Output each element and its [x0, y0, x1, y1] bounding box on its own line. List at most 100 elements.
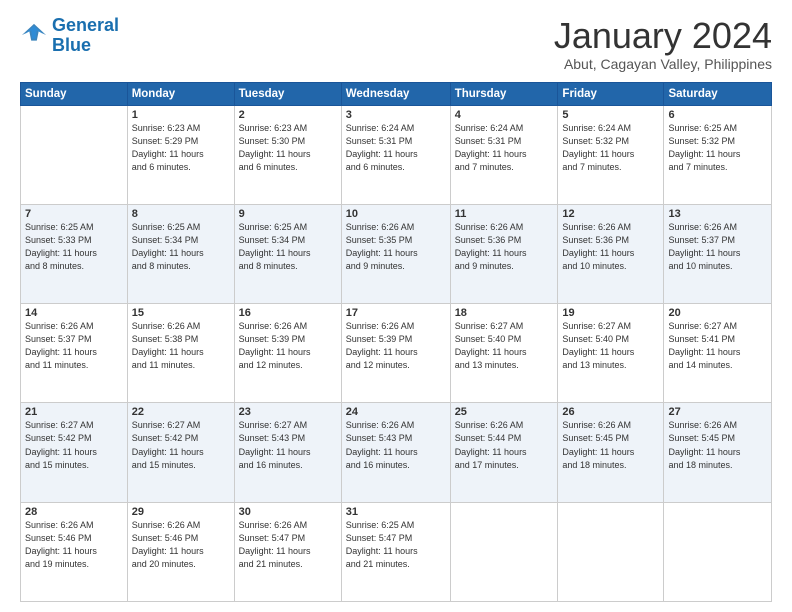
day-number: 28	[25, 506, 123, 518]
table-row: 8Sunrise: 6:25 AM Sunset: 5:34 PM Daylig…	[127, 204, 234, 303]
table-row: 3Sunrise: 6:24 AM Sunset: 5:31 PM Daylig…	[341, 105, 450, 204]
logo-text-general: General	[52, 16, 119, 36]
table-row: 25Sunrise: 6:26 AM Sunset: 5:44 PM Dayli…	[450, 403, 558, 502]
day-number: 1	[132, 109, 230, 121]
day-number: 11	[455, 208, 554, 220]
day-number: 16	[239, 307, 337, 319]
table-row: 13Sunrise: 6:26 AM Sunset: 5:37 PM Dayli…	[664, 204, 772, 303]
day-info: Sunrise: 6:27 AM Sunset: 5:40 PM Dayligh…	[455, 320, 554, 372]
day-info: Sunrise: 6:25 AM Sunset: 5:34 PM Dayligh…	[239, 221, 337, 273]
table-row: 5Sunrise: 6:24 AM Sunset: 5:32 PM Daylig…	[558, 105, 664, 204]
day-number: 14	[25, 307, 123, 319]
day-info: Sunrise: 6:26 AM Sunset: 5:37 PM Dayligh…	[25, 320, 123, 372]
day-number: 4	[455, 109, 554, 121]
table-row: 20Sunrise: 6:27 AM Sunset: 5:41 PM Dayli…	[664, 304, 772, 403]
day-number: 19	[562, 307, 659, 319]
day-number: 20	[668, 307, 767, 319]
day-info: Sunrise: 6:26 AM Sunset: 5:45 PM Dayligh…	[562, 419, 659, 471]
table-row: 14Sunrise: 6:26 AM Sunset: 5:37 PM Dayli…	[21, 304, 128, 403]
day-number: 5	[562, 109, 659, 121]
calendar-week-3: 14Sunrise: 6:26 AM Sunset: 5:37 PM Dayli…	[21, 304, 772, 403]
day-info: Sunrise: 6:26 AM Sunset: 5:36 PM Dayligh…	[562, 221, 659, 273]
day-number: 26	[562, 406, 659, 418]
day-info: Sunrise: 6:23 AM Sunset: 5:30 PM Dayligh…	[239, 122, 337, 174]
day-info: Sunrise: 6:26 AM Sunset: 5:44 PM Dayligh…	[455, 419, 554, 471]
day-number: 8	[132, 208, 230, 220]
day-number: 25	[455, 406, 554, 418]
logo-icon	[20, 22, 48, 50]
header-monday: Monday	[127, 82, 234, 105]
table-row: 22Sunrise: 6:27 AM Sunset: 5:42 PM Dayli…	[127, 403, 234, 502]
calendar-week-2: 7Sunrise: 6:25 AM Sunset: 5:33 PM Daylig…	[21, 204, 772, 303]
title-block: January 2024 Abut, Cagayan Valley, Phili…	[554, 16, 772, 72]
day-info: Sunrise: 6:27 AM Sunset: 5:42 PM Dayligh…	[25, 419, 123, 471]
day-info: Sunrise: 6:26 AM Sunset: 5:37 PM Dayligh…	[668, 221, 767, 273]
day-info: Sunrise: 6:25 AM Sunset: 5:32 PM Dayligh…	[668, 122, 767, 174]
table-row: 24Sunrise: 6:26 AM Sunset: 5:43 PM Dayli…	[341, 403, 450, 502]
day-info: Sunrise: 6:26 AM Sunset: 5:39 PM Dayligh…	[239, 320, 337, 372]
day-info: Sunrise: 6:27 AM Sunset: 5:40 PM Dayligh…	[562, 320, 659, 372]
day-number: 13	[668, 208, 767, 220]
logo-text-blue: Blue	[52, 36, 119, 56]
table-row: 7Sunrise: 6:25 AM Sunset: 5:33 PM Daylig…	[21, 204, 128, 303]
day-info: Sunrise: 6:26 AM Sunset: 5:39 PM Dayligh…	[346, 320, 446, 372]
logo: General Blue	[20, 16, 119, 56]
calendar-table: Sunday Monday Tuesday Wednesday Thursday…	[20, 82, 772, 602]
day-info: Sunrise: 6:26 AM Sunset: 5:43 PM Dayligh…	[346, 419, 446, 471]
day-number: 24	[346, 406, 446, 418]
calendar-week-4: 21Sunrise: 6:27 AM Sunset: 5:42 PM Dayli…	[21, 403, 772, 502]
table-row: 26Sunrise: 6:26 AM Sunset: 5:45 PM Dayli…	[558, 403, 664, 502]
day-number: 17	[346, 307, 446, 319]
day-info: Sunrise: 6:27 AM Sunset: 5:41 PM Dayligh…	[668, 320, 767, 372]
day-number: 29	[132, 506, 230, 518]
day-number: 10	[346, 208, 446, 220]
day-number: 7	[25, 208, 123, 220]
day-info: Sunrise: 6:25 AM Sunset: 5:47 PM Dayligh…	[346, 519, 446, 571]
day-number: 30	[239, 506, 337, 518]
calendar-week-1: 1Sunrise: 6:23 AM Sunset: 5:29 PM Daylig…	[21, 105, 772, 204]
table-row: 15Sunrise: 6:26 AM Sunset: 5:38 PM Dayli…	[127, 304, 234, 403]
header-sunday: Sunday	[21, 82, 128, 105]
day-number: 27	[668, 406, 767, 418]
table-row	[664, 502, 772, 601]
table-row: 10Sunrise: 6:26 AM Sunset: 5:35 PM Dayli…	[341, 204, 450, 303]
day-info: Sunrise: 6:24 AM Sunset: 5:32 PM Dayligh…	[562, 122, 659, 174]
table-row: 12Sunrise: 6:26 AM Sunset: 5:36 PM Dayli…	[558, 204, 664, 303]
page: General Blue January 2024 Abut, Cagayan …	[0, 0, 792, 612]
table-row	[558, 502, 664, 601]
day-info: Sunrise: 6:24 AM Sunset: 5:31 PM Dayligh…	[455, 122, 554, 174]
day-number: 12	[562, 208, 659, 220]
table-row: 18Sunrise: 6:27 AM Sunset: 5:40 PM Dayli…	[450, 304, 558, 403]
table-row: 19Sunrise: 6:27 AM Sunset: 5:40 PM Dayli…	[558, 304, 664, 403]
day-info: Sunrise: 6:26 AM Sunset: 5:46 PM Dayligh…	[132, 519, 230, 571]
table-row: 1Sunrise: 6:23 AM Sunset: 5:29 PM Daylig…	[127, 105, 234, 204]
table-row: 21Sunrise: 6:27 AM Sunset: 5:42 PM Dayli…	[21, 403, 128, 502]
table-row: 29Sunrise: 6:26 AM Sunset: 5:46 PM Dayli…	[127, 502, 234, 601]
day-number: 3	[346, 109, 446, 121]
table-row: 16Sunrise: 6:26 AM Sunset: 5:39 PM Dayli…	[234, 304, 341, 403]
header-wednesday: Wednesday	[341, 82, 450, 105]
day-info: Sunrise: 6:25 AM Sunset: 5:34 PM Dayligh…	[132, 221, 230, 273]
table-row: 11Sunrise: 6:26 AM Sunset: 5:36 PM Dayli…	[450, 204, 558, 303]
day-info: Sunrise: 6:26 AM Sunset: 5:36 PM Dayligh…	[455, 221, 554, 273]
calendar-week-5: 28 Sunrise: 6:26 AM Sunset: 5:46 PM Dayli…	[21, 502, 772, 601]
table-row: 31Sunrise: 6:25 AM Sunset: 5:47 PM Dayli…	[341, 502, 450, 601]
day-info: Sunrise: 6:27 AM Sunset: 5:42 PM Dayligh…	[132, 419, 230, 471]
table-row: 28Sunrise: 6:26 AM Sunset: 5:46 PM Dayli…	[21, 502, 128, 601]
month-title: January 2024	[554, 16, 772, 56]
header: General Blue January 2024 Abut, Cagayan …	[20, 16, 772, 72]
table-row: 2Sunrise: 6:23 AM Sunset: 5:30 PM Daylig…	[234, 105, 341, 204]
header-tuesday: Tuesday	[234, 82, 341, 105]
location: Abut, Cagayan Valley, Philippines	[554, 56, 772, 72]
day-info: Sunrise: 6:25 AM Sunset: 5:33 PM Dayligh…	[25, 221, 123, 273]
day-info: Sunrise: 6:23 AM Sunset: 5:29 PM Dayligh…	[132, 122, 230, 174]
day-number: 6	[668, 109, 767, 121]
table-row: 27Sunrise: 6:26 AM Sunset: 5:45 PM Dayli…	[664, 403, 772, 502]
day-number: 22	[132, 406, 230, 418]
table-row: 4Sunrise: 6:24 AM Sunset: 5:31 PM Daylig…	[450, 105, 558, 204]
day-info: Sunrise: 6:27 AM Sunset: 5:43 PM Dayligh…	[239, 419, 337, 471]
day-number: 21	[25, 406, 123, 418]
day-number: 31	[346, 506, 446, 518]
table-row: 17Sunrise: 6:26 AM Sunset: 5:39 PM Dayli…	[341, 304, 450, 403]
day-number: 9	[239, 208, 337, 220]
